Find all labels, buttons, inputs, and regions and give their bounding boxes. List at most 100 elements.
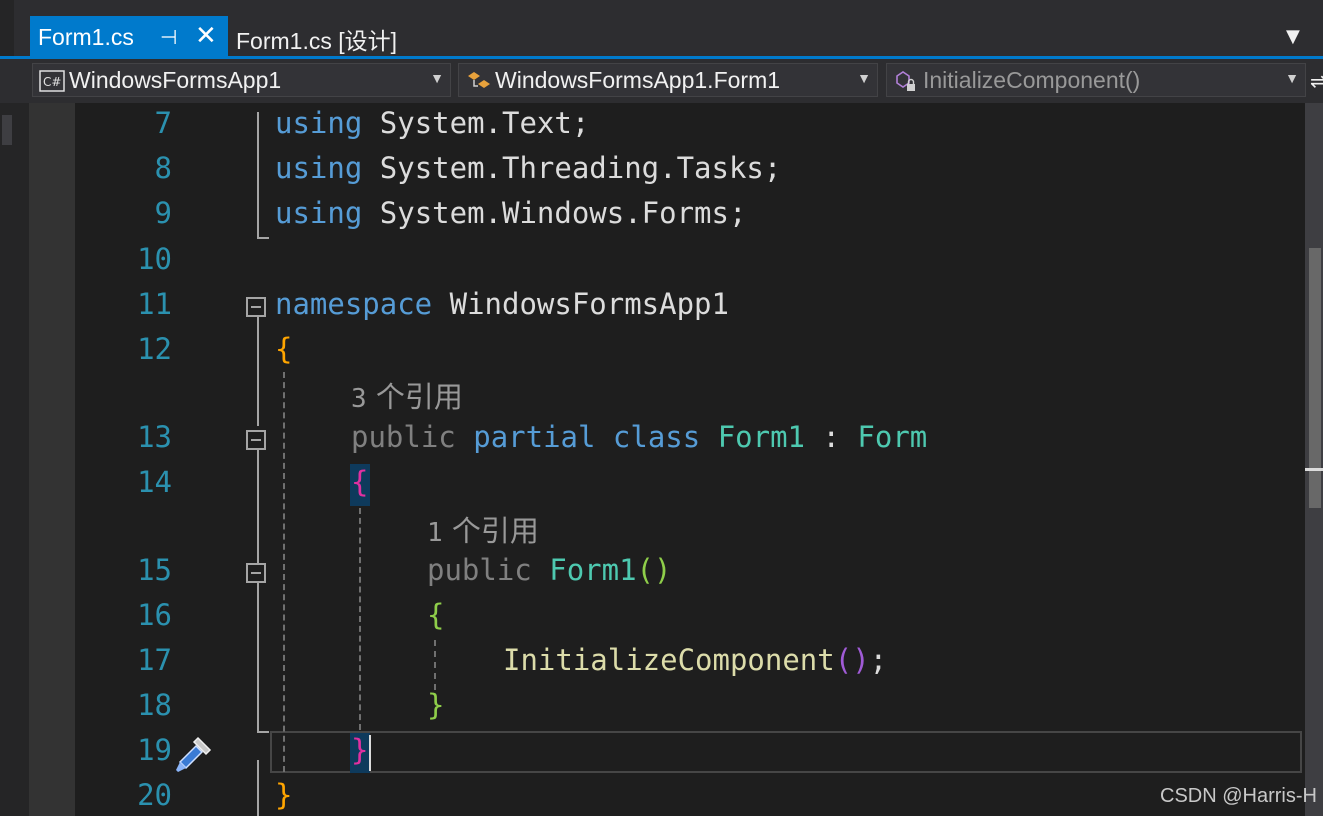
code-line-13[interactable]: public partial class Form1 : Form bbox=[351, 420, 927, 454]
member-dropdown[interactable]: InitializeComponent() ▼ bbox=[886, 63, 1306, 97]
namespace-ref: System.Text; bbox=[379, 106, 590, 140]
line-number: 15 bbox=[137, 553, 172, 587]
text-caret bbox=[369, 735, 371, 771]
code-line-15[interactable]: public Form1() bbox=[427, 553, 671, 587]
document-tab-strip: Form1.cs ⊣ ✕ Form1.cs [设计] ▼ bbox=[0, 0, 1323, 59]
namespace-close-brace: } bbox=[275, 778, 293, 812]
indent-guide bbox=[359, 508, 361, 730]
type-name: WindowsFormsApp1.Form1 bbox=[495, 67, 781, 93]
line-number: 19 bbox=[137, 733, 172, 767]
code-line-20[interactable]: } bbox=[275, 778, 292, 812]
method-call: InitializeComponent bbox=[503, 643, 835, 677]
line-number: 17 bbox=[137, 643, 172, 677]
constructor-name: Form1 bbox=[549, 553, 637, 587]
line-number: 20 bbox=[137, 778, 172, 812]
paren: ( bbox=[636, 553, 655, 587]
code-line-17[interactable]: InitializeComponent(); bbox=[503, 643, 887, 677]
outline-guide bbox=[257, 317, 259, 426]
code-line-12[interactable]: { bbox=[275, 332, 292, 366]
namespace-open-brace: { bbox=[275, 332, 293, 366]
navigation-bar: C# WindowsFormsApp1 ▼ WindowsFormsApp1.F… bbox=[0, 59, 1323, 103]
outline-guide bbox=[257, 760, 259, 816]
codelens-references[interactable]: 1 个引用 bbox=[427, 508, 539, 550]
code-line-16[interactable]: { bbox=[427, 598, 444, 632]
code-line-18[interactable]: } bbox=[427, 688, 444, 722]
code-line-8[interactable]: using System.Threading.Tasks; bbox=[275, 151, 781, 185]
keyword-public: public bbox=[351, 420, 456, 454]
svg-text:C#: C# bbox=[43, 75, 61, 89]
keyword-using: using bbox=[275, 151, 363, 185]
namespace-name: WindowsFormsApp1 bbox=[449, 287, 729, 321]
ctor-close-brace: } bbox=[427, 688, 445, 722]
scrollbar-caret-marker bbox=[1305, 468, 1323, 471]
keyword-using: using bbox=[275, 106, 363, 140]
line-number: 9 bbox=[154, 196, 172, 230]
project-dropdown[interactable]: C# WindowsFormsApp1 ▼ bbox=[32, 63, 451, 97]
class-name: Form1 bbox=[717, 420, 806, 454]
line-number: 8 bbox=[154, 151, 172, 185]
outline-guide bbox=[257, 450, 259, 563]
tab-form1-designer[interactable]: Form1.cs [设计] bbox=[236, 22, 397, 56]
tool-window-strip bbox=[0, 103, 29, 816]
collapse-namespace-icon[interactable] bbox=[246, 297, 266, 317]
watermark: CSDN @Harris-H bbox=[1160, 785, 1317, 807]
tab-label: Form1.cs bbox=[38, 24, 134, 50]
collapse-class-icon[interactable] bbox=[246, 430, 266, 450]
line-number: 10 bbox=[137, 242, 172, 276]
csharp-project-icon: C# bbox=[39, 70, 65, 92]
collapse-constructor-icon[interactable] bbox=[246, 563, 266, 583]
glyph-margin bbox=[29, 103, 75, 816]
code-line-19[interactable]: } bbox=[351, 733, 368, 767]
vertical-scrollbar[interactable] bbox=[1305, 103, 1323, 816]
outline-guide bbox=[257, 731, 269, 733]
paren: ) bbox=[654, 553, 672, 587]
indent-guide bbox=[434, 640, 436, 690]
code-line-7[interactable]: using System.Text; bbox=[275, 106, 589, 140]
code-line-9[interactable]: using System.Windows.Forms; bbox=[275, 196, 746, 230]
keyword-partial: partial bbox=[473, 420, 596, 454]
tool-window-edge bbox=[0, 0, 14, 58]
tool-window-tab[interactable] bbox=[2, 115, 12, 145]
line-number: 16 bbox=[137, 598, 172, 632]
keyword-using: using bbox=[275, 196, 363, 230]
class-icon bbox=[468, 72, 490, 88]
chevron-down-icon: ▼ bbox=[430, 70, 444, 86]
namespace-ref: System.Threading.Tasks; bbox=[379, 151, 782, 185]
base-type: Form bbox=[857, 420, 928, 454]
outline-guide bbox=[257, 583, 259, 733]
semicolon: ; bbox=[869, 643, 888, 677]
type-dropdown[interactable]: WindowsFormsApp1.Form1 ▼ bbox=[458, 63, 878, 97]
code-line-11[interactable]: namespace WindowsFormsApp1 bbox=[275, 287, 729, 321]
paren: ) bbox=[852, 643, 870, 677]
current-line-highlight bbox=[270, 731, 1302, 773]
close-icon[interactable]: ✕ bbox=[195, 21, 217, 51]
split-window-icon[interactable]: ⇌ bbox=[1310, 69, 1323, 93]
quick-actions-screwdriver-icon[interactable] bbox=[172, 732, 216, 776]
class-close-brace: } bbox=[351, 733, 369, 767]
namespace-ref: System.Windows.Forms; bbox=[379, 196, 747, 230]
paren: ( bbox=[834, 643, 853, 677]
tab-overflow-dropdown-icon[interactable]: ▼ bbox=[1286, 26, 1300, 47]
ctor-open-brace: { bbox=[427, 598, 445, 632]
line-number: 7 bbox=[154, 106, 172, 140]
class-open-brace: { bbox=[351, 465, 369, 499]
chevron-down-icon: ▼ bbox=[1285, 70, 1299, 86]
codelens-references[interactable]: 3 个引用 bbox=[351, 374, 463, 416]
tab-form1-cs[interactable]: Form1.cs ⊣ ✕ bbox=[30, 16, 228, 58]
line-number: 11 bbox=[137, 287, 172, 321]
pin-icon[interactable]: ⊣ bbox=[160, 25, 177, 49]
chevron-down-icon: ▼ bbox=[857, 70, 871, 86]
line-number: 14 bbox=[137, 465, 172, 499]
outline-guide bbox=[257, 237, 269, 239]
keyword-namespace: namespace bbox=[275, 287, 433, 321]
member-name: InitializeComponent() bbox=[923, 67, 1141, 93]
line-number: 12 bbox=[137, 332, 172, 366]
code-line-14[interactable]: { bbox=[351, 465, 368, 499]
project-name: WindowsFormsApp1 bbox=[69, 67, 282, 93]
line-number: 13 bbox=[137, 420, 172, 454]
keyword-public: public bbox=[427, 553, 532, 587]
private-method-icon bbox=[896, 71, 915, 91]
keyword-class: class bbox=[612, 420, 701, 454]
indent-guide bbox=[283, 372, 285, 772]
line-number: 18 bbox=[137, 688, 172, 722]
